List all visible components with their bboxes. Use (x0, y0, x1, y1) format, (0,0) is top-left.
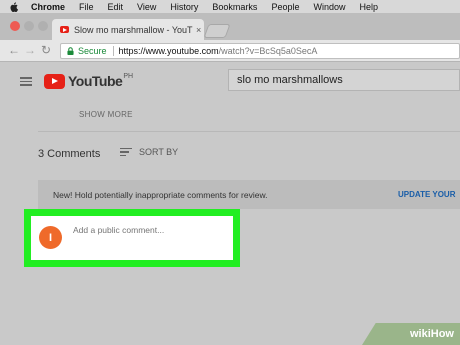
youtube-page: YouTube PH slo mo marshmallows SHOW MORE… (0, 63, 460, 345)
show-more-link[interactable]: SHOW MORE (79, 110, 133, 119)
wikihow-watermark: wiki How (362, 323, 460, 345)
notice-text: New! Hold potentially inappropriate comm… (53, 189, 268, 200)
review-notice-banner: New! Hold potentially inappropriate comm… (38, 180, 460, 209)
window-zoom-button[interactable] (38, 21, 48, 31)
address-bar[interactable]: Secure https://www.youtube.com /watch?v=… (60, 43, 460, 59)
update-settings-link[interactable]: UPDATE YOUR (398, 190, 456, 199)
tab-title: Slow mo marshmallow - YouT (74, 24, 193, 35)
youtube-wordmark: YouTube (68, 73, 123, 89)
youtube-play-icon (44, 73, 65, 89)
search-input[interactable]: slo mo marshmallows (228, 69, 460, 91)
back-arrow-icon[interactable]: ← (8, 43, 20, 57)
avatar: I (39, 226, 62, 249)
menu-window[interactable]: Window (313, 2, 345, 12)
menu-chrome[interactable]: Chrome (31, 2, 65, 12)
youtube-region-code: PH (123, 73, 134, 80)
menu-edit[interactable]: Edit (108, 2, 124, 12)
menu-history[interactable]: History (170, 2, 198, 12)
url-host: https://www.youtube.com (118, 46, 219, 56)
section-divider (38, 131, 460, 132)
menu-view[interactable]: View (137, 2, 156, 12)
secure-label: Secure (78, 46, 107, 56)
comment-input[interactable] (73, 225, 223, 235)
window-minimize-button[interactable] (24, 21, 34, 31)
watermark-wiki: wiki (409, 328, 431, 340)
apple-logo-icon[interactable] (10, 1, 19, 12)
menu-hamburger-icon[interactable] (20, 77, 32, 86)
lock-icon (67, 47, 74, 55)
comment-composer[interactable]: I (31, 216, 233, 260)
mac-menu-bar: Chrome File Edit View History Bookmarks … (0, 0, 460, 13)
forward-arrow-icon[interactable]: → (24, 43, 36, 57)
sort-by-label: SORT BY (139, 147, 179, 157)
tab-close-icon[interactable]: × (196, 25, 201, 35)
menu-people[interactable]: People (271, 2, 299, 12)
address-separator (112, 46, 114, 56)
browser-tab-active[interactable]: Slow mo marshmallow - YouT × (52, 19, 204, 40)
browser-toolbar: ← → ↻ Secure https://www.youtube.com /wa… (0, 40, 460, 62)
watermark-how: How (430, 328, 454, 340)
new-tab-button[interactable] (203, 24, 231, 38)
sort-icon (120, 147, 132, 157)
youtube-logo[interactable]: YouTube PH (44, 73, 133, 89)
menu-bookmarks[interactable]: Bookmarks (212, 2, 257, 12)
menu-file[interactable]: File (79, 2, 94, 12)
reload-icon[interactable]: ↻ (41, 43, 51, 57)
window-close-button[interactable] (10, 21, 20, 31)
menu-help[interactable]: Help (359, 2, 378, 12)
browser-tab-strip: Slow mo marshmallow - YouT × (0, 13, 460, 40)
url-path: /watch?v=BcSq5a0SecA (218, 46, 318, 56)
comments-count: 3 Comments (38, 148, 101, 160)
sort-by-button[interactable]: SORT BY (120, 147, 178, 157)
youtube-favicon-icon (60, 26, 69, 33)
